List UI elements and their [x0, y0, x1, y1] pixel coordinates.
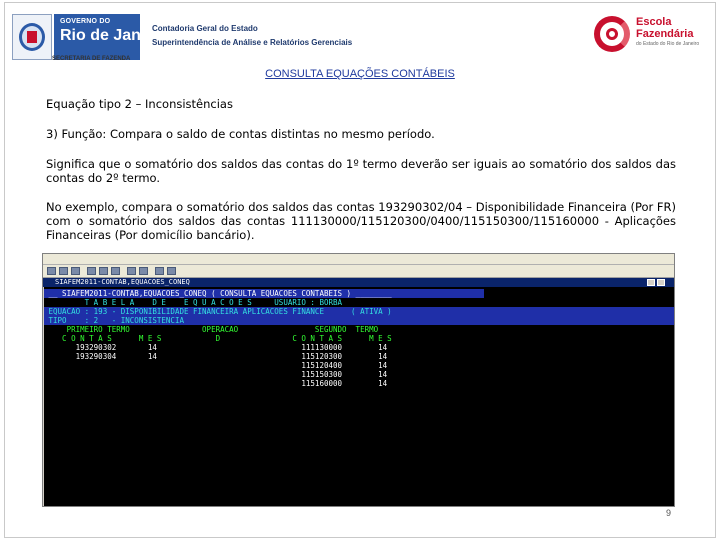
terminal-line-type: TIPO : 2 - INCONSISTENCIA: [44, 316, 674, 325]
terminal-toolbar: [43, 265, 674, 278]
equation-type-heading: Equação tipo 2 – Inconsistências: [46, 97, 233, 111]
crest-icon: [12, 14, 52, 60]
toolbar-help-icon[interactable]: [167, 267, 176, 275]
terminal-line-equation: EQUACAO : 193 - DISPONIBILIDADE FINANCEI…: [44, 307, 674, 316]
terminal-screen[interactable]: __ SIAFEM2011-CONTAB,EQUACOES_CONEQ ( CO…: [44, 287, 674, 506]
slide-title: CONSULTA EQUAÇÕES CONTÁBEIS: [265, 68, 455, 80]
terminal-line-term-headers: PRIMEIRO TERMO OPERACAO SEGUNDO TERMO: [44, 325, 379, 334]
example-paragraph: No exemplo, compara o somatório dos sald…: [46, 200, 676, 242]
toolbar-print-icon[interactable]: [87, 267, 96, 275]
toolbar-save-icon[interactable]: [71, 267, 80, 275]
terminal-data-row: 115120400 14: [44, 361, 388, 370]
gov-logo-line1: GOVERNO DO: [60, 18, 111, 25]
terminal-titlebar: SIAFEM2011-CONTAB,EQUACOES_CONEQ: [43, 278, 674, 287]
terminal-data-row: 193290304 14 115120300 14: [44, 352, 388, 361]
terminal-menubar: [43, 254, 674, 265]
toolbar-connect-icon[interactable]: [127, 267, 136, 275]
toolbar-settings-icon[interactable]: [155, 267, 164, 275]
terminal-line-column-headers: C O N T A S M E S D C O N T A S M E S: [44, 334, 392, 343]
school-emblem-icon: [594, 16, 630, 52]
page-number: 9: [666, 508, 672, 518]
school-logo-sub: do Estado do Rio de Janeiro: [636, 41, 700, 47]
toolbar-paste-icon[interactable]: [111, 267, 120, 275]
header-title-line2: Superintendência de Análise e Relatórios…: [152, 38, 353, 47]
school-logo-line1: Escola: [636, 16, 672, 28]
terminal-line-table-title: T A B E L A D E E Q U A C O E S USUARIO …: [44, 298, 343, 307]
header-titles: Contadoria Geral do Estado Superintendên…: [152, 22, 352, 50]
terminal-title: SIAFEM2011-CONTAB,EQUACOES_CONEQ: [55, 278, 190, 286]
header-title-line1: Contadoria Geral do Estado: [152, 24, 258, 33]
terminal-data-row: 193290302 14 111130000 14: [44, 343, 388, 352]
toolbar-new-icon[interactable]: [47, 267, 56, 275]
terminal-line-header: __ SIAFEM2011-CONTAB,EQUACOES_CONEQ ( CO…: [44, 289, 484, 298]
toolbar-open-icon[interactable]: [59, 267, 68, 275]
school-logo: Escola Fazendária do Estado do Rio de Ja…: [592, 14, 712, 54]
minimize-icon[interactable]: [647, 279, 655, 286]
function-description: 3) Função: Compara o saldo de contas dis…: [46, 127, 435, 141]
school-logo-line2: Fazendária: [636, 28, 694, 40]
close-icon[interactable]: [657, 279, 665, 286]
government-logo: GOVERNO DO Rio de Janeiro: [12, 14, 171, 60]
gov-logo-line2: Rio de Janeiro: [60, 27, 171, 44]
terminal-data-row: 115160000 14: [44, 379, 388, 388]
toolbar-copy-icon[interactable]: [99, 267, 108, 275]
terminal-data-row: 115150300 14: [44, 370, 388, 379]
gov-department: SECRETARIA DE FAZENDA: [52, 56, 131, 62]
meaning-paragraph: Significa que o somatório dos saldos das…: [46, 157, 676, 185]
terminal-window: SIAFEM2011-CONTAB,EQUACOES_CONEQ __ SIAF…: [42, 253, 675, 507]
toolbar-disconnect-icon[interactable]: [139, 267, 148, 275]
